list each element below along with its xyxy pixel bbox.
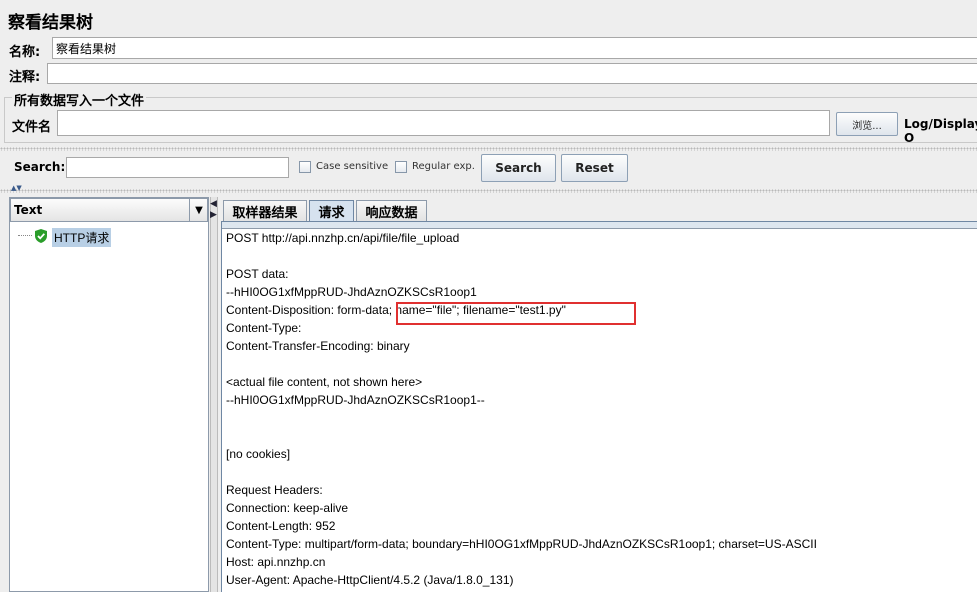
renderer-select-value: Text xyxy=(14,203,43,217)
log-display-label: Log/Display O xyxy=(904,117,977,145)
highlight-box xyxy=(396,302,636,325)
request-line: [no cookies] xyxy=(226,447,291,461)
collapse-left-icon[interactable]: ◀ xyxy=(210,199,217,209)
comment-input[interactable] xyxy=(47,63,977,84)
expand-arrows-icon[interactable]: ▲▼ xyxy=(11,185,22,192)
search-input[interactable] xyxy=(66,157,289,178)
search-button[interactable]: Search xyxy=(481,154,556,182)
request-line: Content-Type: multipart/form-data; bound… xyxy=(226,537,817,551)
results-tree-panel xyxy=(9,197,209,592)
file-output-group-label: 所有数据写入一个文件 xyxy=(12,90,147,109)
case-sensitive-checkbox[interactable] xyxy=(299,161,311,173)
regex-checkbox[interactable] xyxy=(395,161,407,173)
filename-input[interactable] xyxy=(57,110,830,136)
regex-label: Regular exp. xyxy=(412,161,475,172)
success-shield-icon xyxy=(34,229,48,243)
request-line: User-Agent: Apache-HttpClient/4.5.2 (Jav… xyxy=(226,573,514,587)
request-line: Host: api.nnzhp.cn xyxy=(226,555,326,569)
chevron-down-icon[interactable]: ▼ xyxy=(189,199,208,221)
request-line: <actual file content, not shown here> xyxy=(226,375,423,389)
request-line: POST http://api.nnzhp.cn/api/file/file_u… xyxy=(226,231,460,245)
request-line: Request Headers: xyxy=(226,483,323,497)
request-line: Content-Length: 952 xyxy=(226,519,336,533)
renderer-select[interactable]: Text ▼ xyxy=(10,198,208,222)
comment-label: 注释: xyxy=(9,70,41,85)
request-line: POST data: xyxy=(226,267,289,281)
reset-button[interactable]: Reset xyxy=(561,154,628,182)
case-sensitive-label: Case sensitive xyxy=(316,161,389,172)
tree-connector xyxy=(18,235,32,236)
request-line: Connection: keep-alive xyxy=(226,501,349,515)
request-line: --hHI0OG1xfMppRUD-JhdAznOZKSCsR1oop1 xyxy=(226,285,477,299)
tab-sampler-result[interactable]: 取样器结果 xyxy=(223,200,307,221)
tab-response-data[interactable]: 响应数据 xyxy=(356,200,427,221)
expand-right-icon[interactable]: ▶ xyxy=(210,210,217,220)
search-label: Search: xyxy=(14,160,66,174)
page-title: 察看结果树 xyxy=(8,13,93,33)
request-line: Content-Type: xyxy=(226,321,302,335)
tab-request[interactable]: 请求 xyxy=(309,200,354,221)
name-label: 名称: xyxy=(9,45,41,60)
tree-item-http-request[interactable]: HTTP请求 xyxy=(52,228,112,247)
name-input[interactable]: 察看结果树 xyxy=(52,37,977,59)
browse-button[interactable]: 浏览... xyxy=(836,112,898,136)
filename-label: 文件名 xyxy=(12,120,52,135)
separator xyxy=(0,147,977,151)
request-line: Content-Transfer-Encoding: binary xyxy=(226,339,410,353)
request-line: --hHI0OG1xfMppRUD-JhdAznOZKSCsR1oop1-- xyxy=(226,393,485,407)
splitter[interactable] xyxy=(210,197,218,592)
split-divider[interactable] xyxy=(0,189,977,193)
